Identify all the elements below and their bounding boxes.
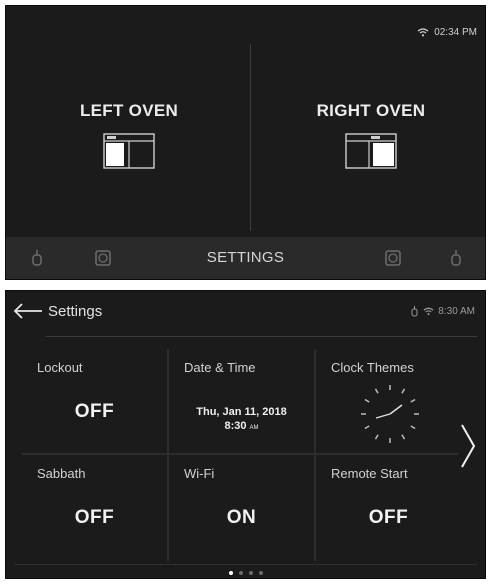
status-time: 02:34 PM bbox=[434, 27, 477, 38]
remote-start-value: OFF bbox=[368, 507, 409, 528]
chevron-right-icon[interactable] bbox=[459, 423, 477, 469]
bottom-bar: SETTINGS bbox=[6, 237, 485, 279]
remote-start-label: Remote Start bbox=[331, 466, 408, 481]
lockout-label: Lockout bbox=[37, 360, 83, 375]
date-text: Thu, Jan 11, 2018 bbox=[196, 406, 287, 418]
wifi-value: ON bbox=[226, 507, 257, 528]
grid-divider bbox=[167, 349, 169, 561]
page-dot[interactable] bbox=[238, 571, 243, 575]
grid-divider bbox=[22, 453, 458, 455]
probe-icon[interactable] bbox=[447, 249, 465, 267]
date-time-value: Thu, Jan 11, 2018 8:30 AM bbox=[169, 405, 314, 435]
pager-divider bbox=[14, 564, 477, 565]
header-divider bbox=[46, 336, 477, 337]
left-oven-button[interactable]: LEFT OVEN bbox=[10, 44, 248, 231]
remote-start-tile[interactable]: Remote Start OFF bbox=[316, 455, 461, 559]
wifi-tile[interactable]: Wi-Fi ON bbox=[169, 455, 314, 559]
page-dot[interactable] bbox=[248, 571, 253, 575]
lockout-value: OFF bbox=[74, 401, 115, 422]
oven-divider bbox=[250, 44, 251, 231]
probe-icon bbox=[411, 306, 418, 317]
status-bar: 8:30 AM bbox=[410, 306, 475, 317]
page-title: Settings bbox=[48, 303, 103, 320]
oven-left-icon bbox=[103, 133, 155, 169]
settings-header: Settings 8:30 AM bbox=[6, 291, 485, 337]
settings-button[interactable]: SETTINGS bbox=[6, 249, 485, 266]
date-time-tile[interactable]: Date & Time Thu, Jan 11, 2018 8:30 AM bbox=[169, 349, 314, 453]
wifi-label: Wi-Fi bbox=[184, 466, 215, 481]
time-line: 8:30 AM bbox=[169, 419, 314, 435]
grid-divider bbox=[314, 349, 316, 561]
settings-screen: Settings 8:30 AM Lockout OFF Date & Time… bbox=[5, 290, 486, 579]
clock-face-icon bbox=[361, 385, 419, 443]
settings-grid: Lockout OFF Date & Time Thu, Jan 11, 201… bbox=[22, 349, 461, 561]
time-text: 8:30 bbox=[224, 420, 247, 432]
clock-themes-tile[interactable]: Clock Themes bbox=[316, 349, 461, 453]
clock-themes-label: Clock Themes bbox=[331, 360, 414, 375]
left-oven-label: LEFT OVEN bbox=[79, 101, 179, 120]
right-oven-button[interactable]: RIGHT OVEN bbox=[252, 44, 490, 231]
right-oven-label: RIGHT OVEN bbox=[316, 101, 426, 120]
lockout-tile[interactable]: Lockout OFF bbox=[22, 349, 167, 453]
sabbath-tile[interactable]: Sabbath OFF bbox=[22, 455, 167, 559]
oven-right-icon bbox=[345, 133, 397, 169]
wifi-icon bbox=[423, 307, 434, 316]
timer-icon[interactable] bbox=[384, 249, 402, 267]
date-time-label: Date & Time bbox=[184, 360, 256, 375]
status-bar: 02:34 PM bbox=[417, 27, 477, 38]
wifi-icon bbox=[417, 28, 429, 37]
page-indicator bbox=[6, 571, 485, 575]
sabbath-label: Sabbath bbox=[37, 466, 86, 481]
page-dot[interactable] bbox=[228, 571, 233, 575]
page-dot[interactable] bbox=[258, 571, 263, 575]
sabbath-value: OFF bbox=[74, 507, 115, 528]
home-screen: 02:34 PM LEFT OVEN RIGHT OVEN SETTINGS bbox=[5, 5, 486, 280]
status-time: 8:30 AM bbox=[438, 306, 475, 317]
ampm-text: AM bbox=[249, 425, 259, 431]
back-arrow-icon[interactable] bbox=[13, 303, 43, 319]
